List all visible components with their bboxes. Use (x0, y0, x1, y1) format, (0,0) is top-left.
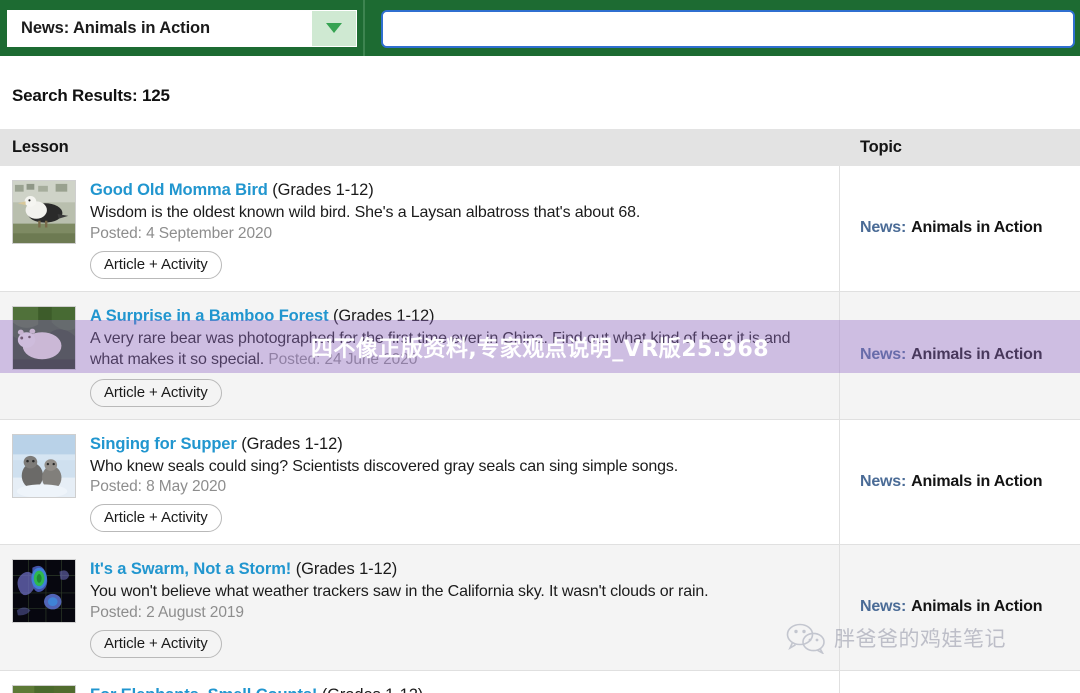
elephants-thumbnail[interactable] (12, 684, 76, 693)
lesson-details: Singing for Supper (Grades 1-12) Who kne… (90, 434, 825, 532)
lesson-title-line: A Surprise in a Bamboo Forest (Grades 1-… (90, 306, 825, 327)
topic-prefix: News: (860, 598, 907, 616)
table-row[interactable]: A Surprise in a Bamboo Forest (Grades 1-… (0, 291, 1080, 420)
topic-name: Animals in Action (911, 598, 1043, 616)
search-field-wrapper (378, 7, 1078, 51)
lesson-title-link[interactable]: It's a Swarm, Not a Storm! (90, 560, 291, 578)
search-input[interactable] (381, 10, 1075, 48)
lesson-grade-range: (Grades 1-12) (272, 181, 374, 199)
topic-filter-value: News: Animals in Action (21, 18, 211, 37)
topic-cell: News: Animals in Action (840, 166, 1080, 291)
lesson-cell: It's a Swarm, Not a Storm! (Grades 1-12)… (0, 545, 840, 670)
topic-prefix: News: (860, 346, 907, 363)
chevron-down-icon[interactable] (312, 10, 356, 46)
column-header-lesson: Lesson (12, 138, 69, 156)
lesson-cell: For Elephants, Smell Counts! (Grades 1-1… (0, 670, 840, 693)
lesson-grade-range: (Grades 1-12) (322, 686, 424, 693)
table-row[interactable]: Singing for Supper (Grades 1-12) Who kne… (0, 419, 1080, 545)
lesson-type-tag[interactable]: Article + Activity (90, 504, 222, 532)
page-title: Search Results: 125 (12, 86, 170, 105)
topic-cell: News: Animals in Action (840, 292, 1080, 419)
lesson-details: Good Old Momma Bird (Grades 1-12) Wisdom… (90, 180, 825, 279)
column-header-topic: Topic (860, 138, 902, 156)
lesson-details: For Elephants, Smell Counts! (Grades 1-1… (90, 685, 825, 693)
albatross-thumbnail[interactable] (12, 180, 76, 244)
page-root: News: Animals in Action Search Results: … (0, 0, 1080, 693)
table-row[interactable]: For Elephants, Smell Counts! (Grades 1-1… (0, 670, 1080, 693)
table-row[interactable]: It's a Swarm, Not a Storm! (Grades 1-12)… (0, 545, 1080, 671)
lesson-cell: Good Old Momma Bird (Grades 1-12) Wisdom… (0, 166, 840, 291)
table-body: Good Old Momma Bird (Grades 1-12) Wisdom… (0, 166, 1080, 693)
lesson-grade-range: (Grades 1-12) (241, 434, 343, 453)
lesson-posted-date: Posted: 2 August 2019 (90, 603, 244, 621)
topic-name: Animals in Action (911, 346, 1043, 363)
lesson-type-tag[interactable]: Article + Activity (90, 250, 222, 279)
lesson-cell: Singing for Supper (Grades 1-12) Who kne… (0, 419, 840, 544)
lesson-title-line: For Elephants, Smell Counts! (Grades 1-1… (90, 685, 825, 693)
lesson-grade-range: (Grades 1-12) (295, 560, 398, 578)
lesson-title-link[interactable]: A Surprise in a Bamboo Forest (90, 307, 329, 325)
lesson-title-line: Singing for Supper (Grades 1-12) (90, 434, 825, 455)
lesson-posted-date: Posted: 8 May 2020 (90, 478, 227, 495)
topic-cell: News: Animals in Action (840, 420, 1080, 545)
lesson-title-link[interactable]: Good Old Momma Bird (90, 181, 268, 199)
lesson-type-tag[interactable]: Article + Activity (90, 378, 222, 407)
topic-name: Animals in Action (911, 219, 1043, 237)
lesson-details: A Surprise in a Bamboo Forest (Grades 1-… (90, 306, 825, 407)
results-table: Lesson Topic Good Old Momma Bird (Grades… (0, 129, 1080, 693)
topic-prefix: News: (860, 472, 907, 490)
lesson-description-wrapper: A very rare bear was photographed for th… (90, 328, 825, 371)
toolbar-divider (363, 0, 365, 56)
radar-map-thumbnail[interactable] (12, 559, 76, 623)
lesson-type-tag[interactable]: Article + Activity (90, 629, 222, 658)
seals-thumbnail[interactable] (12, 433, 76, 498)
topic-prefix: News: (860, 219, 907, 237)
lesson-description: Who knew seals could sing? Scientists di… (90, 457, 678, 475)
lesson-title-line: It's a Swarm, Not a Storm! (Grades 1-12) (90, 559, 825, 580)
top-toolbar: News: Animals in Action (0, 0, 1080, 56)
topic-filter-dropdown[interactable]: News: Animals in Action (7, 9, 357, 47)
table-header-row: Lesson Topic (0, 129, 1080, 166)
lesson-title-line: Good Old Momma Bird (Grades 1-12) (90, 180, 825, 201)
lesson-grade-range: (Grades 1-12) (333, 306, 435, 325)
topic-cell: News: Animals in Action (840, 545, 1080, 670)
lesson-title-link[interactable]: For Elephants, Smell Counts! (90, 686, 317, 693)
lesson-posted-date: Posted: 4 September 2020 (90, 224, 273, 242)
lesson-description: A very rare bear was photographed for th… (90, 329, 791, 369)
lesson-cell: A Surprise in a Bamboo Forest (Grades 1-… (0, 291, 840, 419)
lesson-title-link[interactable]: Singing for Supper (90, 435, 237, 453)
topic-name: Animals in Action (911, 472, 1043, 490)
lesson-details: It's a Swarm, Not a Storm! (Grades 1-12)… (90, 559, 825, 658)
lesson-posted-date: Posted: 24 June 2020 (268, 351, 418, 368)
white-bear-thumbnail[interactable] (12, 305, 76, 370)
lesson-description: You won't believe what weather trackers … (90, 583, 709, 600)
lesson-description: Wisdom is the oldest known wild bird. Sh… (90, 204, 641, 221)
topic-cell: News: Animals in Action (840, 671, 1080, 693)
table-row[interactable]: Good Old Momma Bird (Grades 1-12) Wisdom… (0, 166, 1080, 292)
